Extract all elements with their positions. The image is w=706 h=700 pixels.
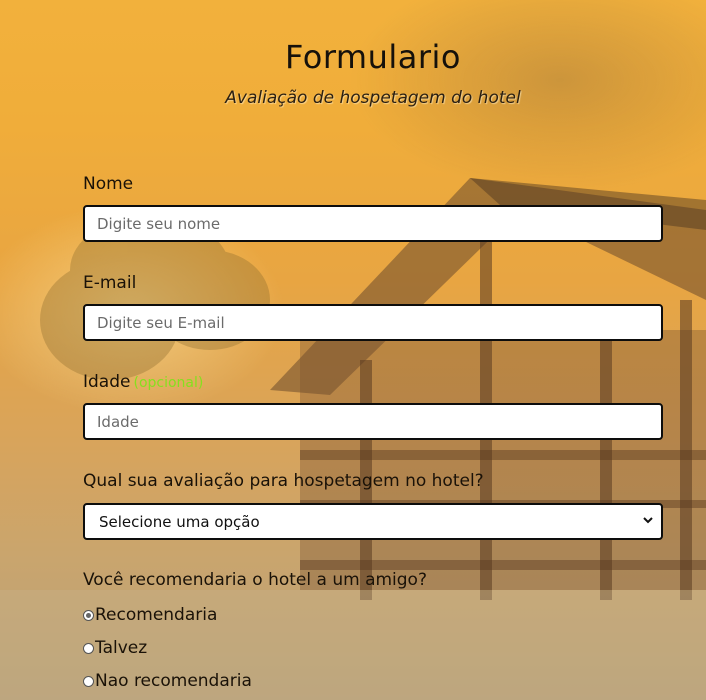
recommend-label-text: Você recomendaria o hotel a um amigo? [83, 570, 427, 590]
recommend-label: Você recomendaria o hotel a um amigo? [83, 570, 427, 590]
age-label-text: Idade [83, 372, 131, 392]
radio-label-recomendaria: Recomendaria [95, 605, 218, 625]
age-label: Idade (opcional) [83, 372, 203, 392]
name-label-text: Nome [83, 174, 134, 194]
rating-label: Qual sua avaliação para hospetagem no ho… [83, 471, 484, 491]
radio-button-nao-recomendaria[interactable] [83, 675, 94, 687]
radio-button-recomendaria[interactable] [83, 609, 94, 621]
radio-option-nao-recomendaria[interactable]: Nao recomendaria [83, 670, 252, 692]
age-input[interactable] [83, 403, 663, 440]
radio-option-recomendaria[interactable]: Recomendaria [83, 604, 217, 626]
radio-option-talvez[interactable]: Talvez [83, 637, 147, 659]
email-label-text: E-mail [83, 273, 137, 293]
name-label: Nome [83, 174, 133, 194]
email-input[interactable] [83, 304, 663, 341]
page-subtitle: Avaliação de hospetagem do hotel [225, 88, 521, 108]
rating-select-value: Selecione uma opção [99, 512, 260, 531]
radio-label-talvez: Talvez [95, 638, 148, 658]
radio-button-talvez[interactable] [83, 642, 94, 654]
name-input[interactable] [83, 205, 663, 242]
rating-select[interactable]: Selecione uma opção [83, 503, 663, 540]
optional-tag: (opcional) [133, 375, 204, 391]
email-label: E-mail [83, 273, 136, 293]
page-title: Formulario [284, 38, 461, 76]
chevron-down-icon [643, 517, 653, 524]
radio-label-nao-recomendaria: Nao recomendaria [95, 671, 252, 691]
form-container: Formulario Avaliação de hospetagem do ho… [0, 0, 706, 700]
rating-label-text: Qual sua avaliação para hospetagem no ho… [83, 471, 484, 491]
